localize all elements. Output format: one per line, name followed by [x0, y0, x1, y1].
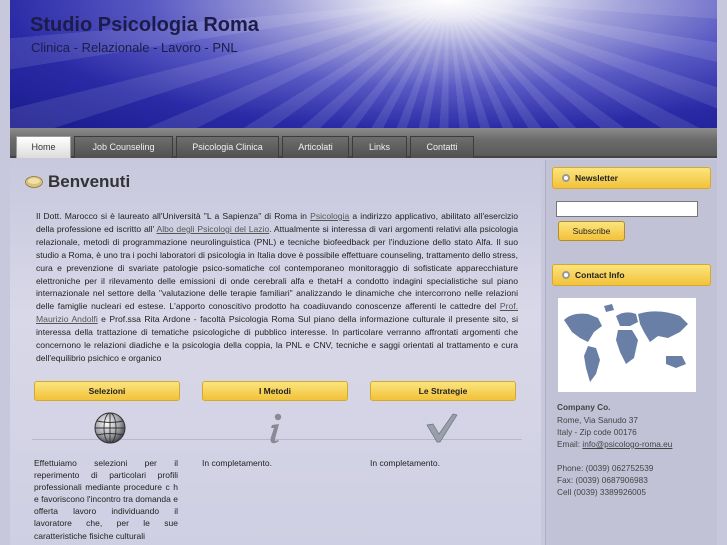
nav-tab-psicologia-clinica[interactable]: Psicologia Clinica: [176, 136, 279, 158]
newsletter-header: Newsletter: [552, 167, 711, 189]
strategie-button[interactable]: Le Strategie: [370, 381, 516, 401]
link-psicologia[interactable]: Psicologia: [310, 211, 349, 221]
nav-tab-articolati[interactable]: Articolati: [282, 136, 349, 158]
welcome-heading: Benvenuti: [48, 172, 131, 191]
strategie-text: In completamento.: [370, 458, 440, 468]
globe-icon: [94, 412, 126, 444]
site-title: Studio Psicologia Roma: [30, 14, 259, 36]
bullet-icon: [562, 271, 570, 279]
email-link[interactable]: info@psicologo-roma.eu: [582, 439, 672, 449]
sidebar: Newsletter Subscribe Contact Info Compan…: [545, 160, 717, 545]
world-map-icon: [564, 304, 688, 382]
fax-line: Fax: (0039) 0687906983: [557, 475, 648, 485]
subscribe-button[interactable]: Subscribe: [558, 221, 625, 241]
speech-bubble-icon: [25, 176, 43, 188]
main-nav: Home Job Counseling Psicologia Clinica A…: [10, 128, 717, 158]
metodi-text: In completamento.: [202, 458, 272, 468]
address-line-1: Rome, Via Sanudo 37: [557, 415, 639, 425]
world-map: [558, 298, 696, 392]
address-line-2: Italy - Zip code 00176: [557, 427, 637, 437]
intro-text: Il Dott. Marocco si è laureato all'Unive…: [36, 211, 518, 363]
selezioni-button[interactable]: Selezioni: [34, 381, 180, 401]
site-subtitle: Clinica - Relazionale - Lavoro - PNL: [31, 40, 238, 55]
email-line: Email: info@psicologo-roma.eu: [557, 439, 673, 449]
metodi-button[interactable]: I Metodi: [202, 381, 348, 401]
selezioni-text: Effettuiamo selezioni per il reperimento…: [34, 458, 178, 541]
nav-tab-job-counseling[interactable]: Job Counseling: [74, 136, 173, 158]
checkmark-icon: [426, 413, 458, 443]
contact-info-header: Contact Info: [552, 264, 711, 286]
company-name: Company Co.: [557, 402, 611, 412]
nav-tab-home[interactable]: Home: [16, 136, 71, 158]
nav-tab-contatti[interactable]: Contatti: [410, 136, 474, 158]
phone-line: Phone: (0039) 062752539: [557, 463, 654, 473]
main-content: Benvenuti Il Dott. Marocco si è laureato…: [10, 160, 541, 545]
link-albo-psicologi[interactable]: Albo degli Psicologi del Lazio: [156, 224, 269, 234]
nav-tab-links[interactable]: Links: [352, 136, 407, 158]
bullet-icon: [562, 174, 570, 182]
cell-line: Cell (0039) 3389926005: [557, 487, 647, 497]
site-header: Studio Psicologia Roma Clinica - Relazio…: [10, 0, 717, 128]
newsletter-email-input[interactable]: [556, 201, 698, 217]
info-icon: [270, 413, 282, 444]
